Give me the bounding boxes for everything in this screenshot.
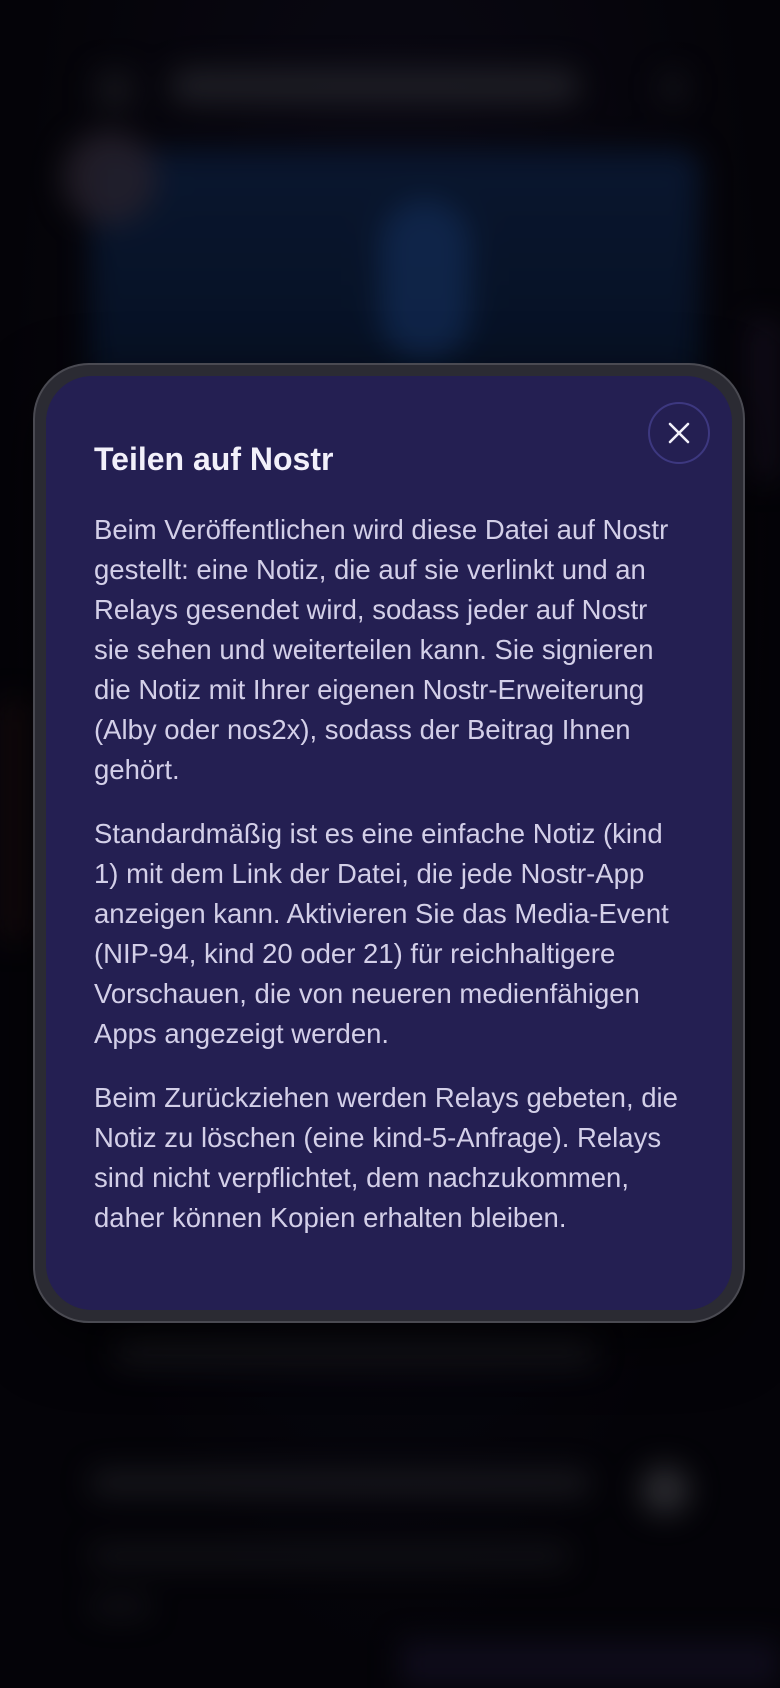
dialog-title: Teilen auf Nostr: [94, 441, 334, 477]
close-button[interactable]: [648, 402, 710, 464]
share-nostr-dialog: Teilen auf Nostr Beim Veröffentlichen wi…: [33, 363, 745, 1323]
dialog-content: Teilen auf Nostr Beim Veröffentlichen wi…: [46, 376, 732, 1310]
dialog-paragraph-default: Standardmäßig ist es eine einfache Notiz…: [94, 818, 669, 1050]
close-icon: [668, 422, 690, 444]
dialog-paragraph-retract: Beim Zurückziehen werden Relays gebeten,…: [94, 1082, 678, 1234]
dialog-paragraph-publish: Beim Veröffentlichen wird diese Datei au…: [94, 514, 669, 786]
